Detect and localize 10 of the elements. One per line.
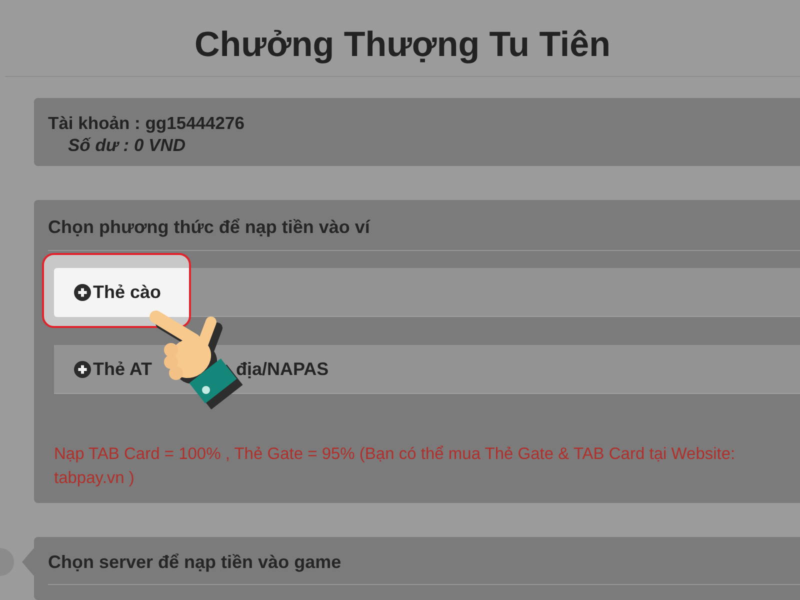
balance-text: Số dư : 0 VND <box>67 134 187 156</box>
payment-option-button[interactable]: Thẻ AT địa/NAPAS <box>54 345 349 393</box>
panel-heading: Chọn phương thức để nạp tiền vào ví <box>47 216 372 238</box>
panel-heading: Chọn server để nạp tiền vào game <box>47 551 342 573</box>
payment-option-button[interactable]: Thẻ cào <box>54 268 189 317</box>
account-name: Tài khoản : gg15444276 <box>48 112 246 134</box>
rate-notice: Nạp TAB Card = 100% , Thẻ Gate = 95% (Bạn có thể mua Thẻ Gate & TAB Card tại Website: tabpay.vn ) <box>54 444 736 489</box>
plus-circle-icon <box>74 360 91 378</box>
page-title: Chưởng Thượng Tu Tiên <box>194 25 611 65</box>
plus-circle-icon <box>74 284 91 301</box>
